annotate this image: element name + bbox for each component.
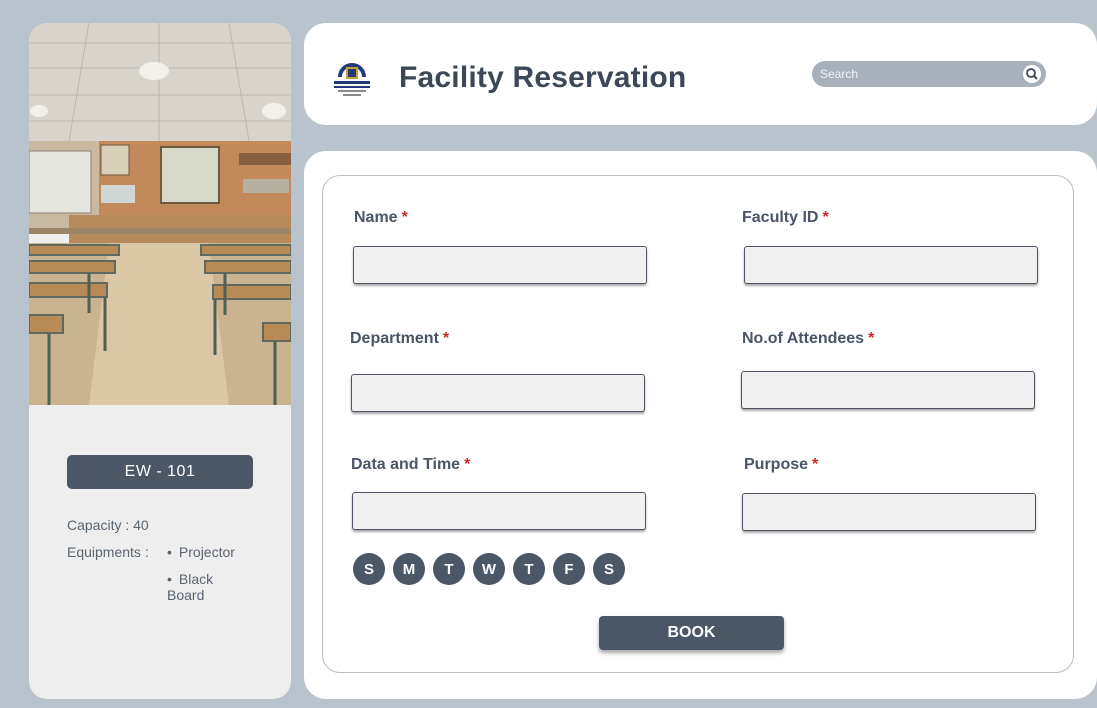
equipment-list: Projector Black Board bbox=[167, 544, 235, 603]
attendees-label: No.of Attendees * bbox=[742, 330, 875, 347]
search-icon[interactable] bbox=[1022, 64, 1042, 84]
department-label: Department * bbox=[350, 330, 450, 347]
day-thursday[interactable]: T bbox=[513, 553, 545, 585]
department-input[interactable] bbox=[351, 374, 645, 412]
purpose-label: Purpose * bbox=[744, 456, 819, 473]
equipment-item: Black Board bbox=[167, 571, 235, 603]
date-time-input[interactable] bbox=[352, 492, 646, 530]
name-label: Name * bbox=[354, 209, 408, 226]
equipment-item: Projector bbox=[167, 544, 235, 571]
reservation-card: Name * Faculty ID * Department * No.of Atte… bbox=[304, 151, 1097, 699]
classroom-photo bbox=[29, 23, 291, 405]
weekday-selector: S M T W T F S bbox=[353, 553, 625, 585]
faculty-id-label: Faculty ID * bbox=[742, 209, 829, 226]
page-title: Facility Reservation bbox=[399, 61, 687, 94]
book-button[interactable]: BOOK bbox=[599, 616, 784, 650]
day-sunday[interactable]: S bbox=[353, 553, 385, 585]
room-name-button[interactable]: EW - 101 bbox=[67, 455, 253, 489]
day-saturday[interactable]: S bbox=[593, 553, 625, 585]
search-input[interactable] bbox=[820, 63, 1010, 85]
header: Facility Reservation bbox=[304, 23, 1097, 125]
name-input[interactable] bbox=[353, 246, 647, 284]
room-card: EW - 101 Capacity : 40 Equipments : Proj… bbox=[29, 23, 291, 699]
purpose-input[interactable] bbox=[742, 493, 1036, 531]
search-bar bbox=[812, 61, 1046, 87]
equipments-label: Equipments : bbox=[67, 544, 149, 560]
date-time-label: Data and Time * bbox=[351, 456, 471, 473]
capacity-text: Capacity : 40 bbox=[67, 517, 149, 533]
attendees-input[interactable] bbox=[741, 371, 1035, 409]
day-wednesday[interactable]: W bbox=[473, 553, 505, 585]
institution-logo-icon bbox=[330, 55, 374, 99]
day-monday[interactable]: M bbox=[393, 553, 425, 585]
day-friday[interactable]: F bbox=[553, 553, 585, 585]
day-tuesday[interactable]: T bbox=[433, 553, 465, 585]
faculty-id-input[interactable] bbox=[744, 246, 1038, 284]
reservation-form: Name * Faculty ID * Department * No.of Atte… bbox=[322, 175, 1074, 673]
room-info: Capacity : 40 Equipments : Projector Bla… bbox=[67, 517, 235, 603]
